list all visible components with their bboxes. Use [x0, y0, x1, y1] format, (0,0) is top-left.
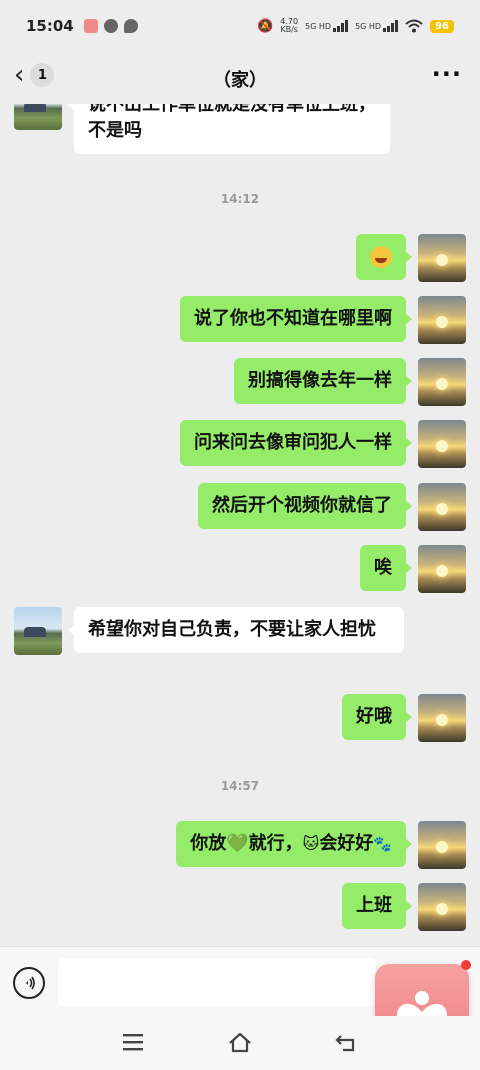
message-row-me [356, 234, 466, 282]
my-avatar[interactable] [418, 358, 466, 406]
message-row-me: 别搞得像去年一样 [234, 358, 466, 406]
message-text: 唉 [374, 557, 392, 578]
message-bubble[interactable]: 说不出工作单位就是没有单位上班，不是吗 [68, 104, 390, 154]
message-bubble[interactable]: 问来问去像审问犯人一样 [180, 420, 412, 466]
message-row-them: 希望你对自己负责，不要让家人担忧 [14, 607, 404, 655]
message-bubble[interactable]: 你放💚就行，🐱会好好🐾 [176, 821, 412, 867]
my-avatar[interactable] [418, 694, 466, 742]
signal-bars-icon [383, 20, 399, 32]
chat-header: ‹ 1 （家） ··· [0, 52, 480, 104]
timestamp: 14:12 [220, 192, 260, 206]
more-options-button[interactable]: ··· [432, 60, 462, 88]
status-right: 🔕 4.70 KB/s 5G HD 5G HD 96 [257, 18, 454, 34]
message-input[interactable] [58, 958, 376, 1006]
my-avatar[interactable] [418, 883, 466, 931]
home-icon[interactable] [227, 1030, 253, 1054]
message-row-me: 说了你也不知道在哪里啊 [180, 296, 466, 344]
message-text-part: 会好好 [319, 833, 374, 854]
status-bar: 15:04 🔕 4.70 KB/s 5G HD 5G HD 96 [0, 0, 480, 52]
message-bubble[interactable]: 别搞得像去年一样 [234, 358, 412, 404]
message-row-me: 问来问去像审问犯人一样 [180, 420, 466, 468]
message-text: 好哦 [356, 706, 392, 727]
message-text: 别搞得像去年一样 [248, 370, 392, 391]
message-bubble[interactable]: 唉 [360, 545, 412, 591]
paw-prints-emoji-icon: 🐾 [373, 835, 392, 853]
message-list[interactable]: 说不出工作单位就是没有单位上班，不是吗 14:12 说了你也不知道在哪里啊 别搞… [0, 104, 480, 946]
mute-bell-icon: 🔕 [257, 18, 274, 34]
net-speed: 4.70 KB/s [280, 17, 299, 34]
message-row-me: 上班 [342, 883, 466, 931]
notification-dot [461, 960, 471, 970]
laughing-face-emoji-icon [370, 246, 392, 268]
contact-avatar[interactable] [14, 104, 62, 130]
my-avatar[interactable] [418, 420, 466, 468]
message-text: 说不出工作单位就是没有单位上班，不是吗 [88, 104, 376, 141]
my-avatar[interactable] [418, 545, 466, 593]
voice-input-button[interactable] [13, 967, 45, 999]
message-row-me: 好哦 [342, 694, 466, 742]
message-row-them: 说不出工作单位就是没有单位上班，不是吗 [14, 104, 390, 154]
my-avatar[interactable] [418, 234, 466, 282]
message-text: 然后开个视频你就信了 [212, 495, 392, 516]
message-text: 上班 [356, 895, 392, 916]
message-text: 说了你也不知道在哪里啊 [194, 308, 392, 329]
menu-icon[interactable] [120, 1030, 146, 1054]
wifi-icon [405, 19, 423, 33]
green-heart-emoji-icon: 💚 [226, 833, 249, 854]
battery-level: 96 [430, 19, 454, 33]
message-text: 希望你对自己负责，不要让家人担忧 [88, 619, 376, 640]
message-text-part: 就行， [248, 833, 303, 854]
message-row-me: 然后开个视频你就信了 [198, 483, 466, 531]
message-bubble[interactable]: 然后开个视频你就信了 [198, 483, 412, 529]
message-bubble[interactable]: 上班 [342, 883, 412, 929]
message-text: 问来问去像审问犯人一样 [194, 432, 392, 453]
back-nav-icon[interactable] [333, 1030, 359, 1054]
my-avatar[interactable] [418, 483, 466, 531]
voice-wave-icon [26, 976, 35, 990]
message-bubble[interactable]: 希望你对自己负责，不要让家人担忧 [68, 607, 404, 653]
notification-icons [83, 19, 138, 33]
message-bubble-icon [123, 19, 138, 33]
message-bubble[interactable] [356, 234, 412, 280]
signal-bars-icon [333, 20, 349, 32]
message-text-part: 你放 [190, 833, 227, 854]
timestamp: 14:57 [220, 779, 260, 793]
message-row-me: 唉 [360, 545, 466, 593]
chat-title: （家） [213, 70, 267, 91]
status-time: 15:04 [26, 17, 74, 35]
my-avatar[interactable] [418, 821, 466, 869]
message-bubble[interactable]: 好哦 [342, 694, 412, 740]
message-row-me: 你放💚就行，🐱会好好🐾 [176, 821, 466, 869]
cat-face-emoji-icon: 🐱 [302, 834, 320, 853]
system-nav-bar [0, 1016, 480, 1070]
wechat-icon [103, 19, 118, 33]
message-bubble[interactable]: 说了你也不知道在哪里啊 [180, 296, 412, 342]
my-avatar[interactable] [418, 296, 466, 344]
contact-avatar[interactable] [14, 607, 62, 655]
app-notification-icon [83, 19, 98, 33]
signal-2: 5G HD [355, 20, 399, 32]
signal-1: 5G HD [305, 20, 349, 32]
